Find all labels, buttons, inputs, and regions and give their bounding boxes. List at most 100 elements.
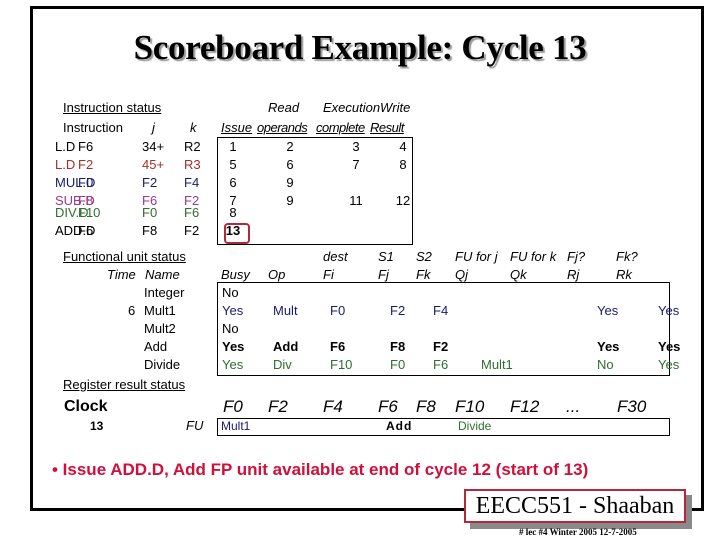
header-rj-top: Fj? xyxy=(567,249,586,264)
instruction-op: L.D xyxy=(55,157,76,172)
instruction-j: 34+ xyxy=(142,139,165,154)
register-name: F10 xyxy=(455,397,485,416)
fu-name: Add xyxy=(144,339,168,354)
header-dest-top: dest xyxy=(323,249,348,264)
register-name: F0 xyxy=(223,397,243,416)
instruction-read: 2 xyxy=(286,139,294,154)
course-badge: EECC551 - Shaaban xyxy=(464,489,686,523)
register-value: Mult1 xyxy=(221,419,251,433)
fu-op: Mult xyxy=(273,303,298,318)
fu-busy: Yes xyxy=(222,303,244,318)
note-text: • Issue ADD.D, Add FP unit available at … xyxy=(52,460,589,479)
instruction-k: F6 xyxy=(184,205,200,220)
header-time: Time xyxy=(107,267,136,282)
instruction-j: 45+ xyxy=(142,157,165,172)
instruction-write: 12 xyxy=(395,193,411,208)
register-name: F8 xyxy=(416,397,436,416)
header-s2-top: S2 xyxy=(416,249,432,264)
fu-name: Mult1 xyxy=(144,303,176,318)
instruction-k: R2 xyxy=(184,139,201,154)
fu-fk: F6 xyxy=(433,357,449,372)
instruction-dest: F6 xyxy=(78,223,94,238)
fu-busy: Yes xyxy=(222,339,245,354)
instruction-issue: 1 xyxy=(229,139,237,154)
instruction-write: 8 xyxy=(399,157,407,172)
instruction-dest: F2 xyxy=(78,157,94,172)
instruction-k: F2 xyxy=(184,223,200,238)
fu-fi: F10 xyxy=(330,357,353,372)
functional-unit-status-label: Functional unit status xyxy=(63,249,186,264)
fu-fi: F6 xyxy=(330,339,346,354)
fu-rj: No xyxy=(597,357,614,372)
header-write-top: Write xyxy=(380,100,411,115)
instruction-exec: 7 xyxy=(352,157,360,172)
header-s2-bottom: Fk xyxy=(416,267,431,282)
instruction-read: 6 xyxy=(286,157,294,172)
instruction-issue: 6 xyxy=(229,175,237,190)
instruction-dest: F6 xyxy=(78,139,94,154)
header-rk-bottom: Rk xyxy=(616,267,632,282)
register-value: Add xyxy=(386,419,413,433)
header-read-top: Read xyxy=(268,100,300,115)
instruction-issue: 13 xyxy=(225,223,241,238)
register-name: F12 xyxy=(510,397,540,416)
fu-busy: Yes xyxy=(222,357,244,372)
fu-busy: No xyxy=(222,285,239,300)
fu-fi: F0 xyxy=(330,303,346,318)
register-name: F4 xyxy=(323,397,343,416)
instruction-write: 4 xyxy=(399,139,407,154)
instruction-j: F2 xyxy=(142,175,158,190)
instruction-read: 9 xyxy=(286,193,294,208)
instruction-j: F8 xyxy=(142,223,158,238)
register-value: Divide xyxy=(458,419,492,433)
clock-value: 13 xyxy=(90,419,104,433)
instruction-read: 9 xyxy=(286,175,294,190)
header-write-bottom: Result xyxy=(370,120,404,135)
header-rk-top: Fk? xyxy=(616,249,638,264)
fu-name: Integer xyxy=(144,285,185,300)
header-name: Name xyxy=(145,267,180,282)
instruction-exec: 3 xyxy=(352,139,360,154)
instruction-k: R3 xyxy=(184,157,201,172)
fu-name: Divide xyxy=(144,357,181,372)
slide-title: Scoreboard Example: Cycle 13 xyxy=(133,28,587,67)
register-result-table xyxy=(217,418,670,436)
fu-qj: Mult1 xyxy=(481,357,513,372)
instruction-issue: 8 xyxy=(229,205,237,220)
fu-fj: F0 xyxy=(390,357,406,372)
header-exec-top: Execution xyxy=(323,100,381,115)
header-qj-top: FU for j xyxy=(455,249,498,264)
register-result-status-label: Register result status xyxy=(63,377,186,392)
header-rj-bottom: Rj xyxy=(567,267,580,282)
register-name: F30 xyxy=(617,397,647,416)
fu-rk: Yes xyxy=(658,357,680,372)
header-j: j xyxy=(152,120,155,135)
fu-rj: Yes xyxy=(597,303,619,318)
header-busy: Busy xyxy=(221,267,250,282)
instruction-dest: F0 xyxy=(78,175,94,190)
header-qk-bottom: Qk xyxy=(510,267,527,282)
fu-rk: Yes xyxy=(658,303,680,318)
fu-fj: F2 xyxy=(390,303,406,318)
instruction-op: L.D xyxy=(55,139,76,154)
fu-fk: F4 xyxy=(433,303,449,318)
fu-name: Mult2 xyxy=(144,321,176,336)
fu-rk: Yes xyxy=(658,339,681,354)
header-s1-bottom: Fj xyxy=(378,267,389,282)
fu-rj: Yes xyxy=(597,339,620,354)
fu-op: Add xyxy=(273,339,299,354)
header-issue: Issue xyxy=(221,120,253,135)
register-name: ... xyxy=(566,397,581,416)
fu-fk: F2 xyxy=(433,339,449,354)
register-name: F6 xyxy=(378,397,398,416)
instruction-exec: 11 xyxy=(349,193,363,208)
header-dest-bottom: Fi xyxy=(323,267,334,282)
header-s1-top: S1 xyxy=(378,249,394,264)
header-instruction: Instruction xyxy=(63,120,123,135)
fu-time: 6 xyxy=(128,303,136,318)
instruction-issue: 5 xyxy=(229,157,237,172)
instruction-j: F0 xyxy=(142,205,158,220)
fu-fj: F8 xyxy=(390,339,406,354)
instruction-k: F4 xyxy=(184,175,200,190)
fu-busy: No xyxy=(222,321,239,336)
